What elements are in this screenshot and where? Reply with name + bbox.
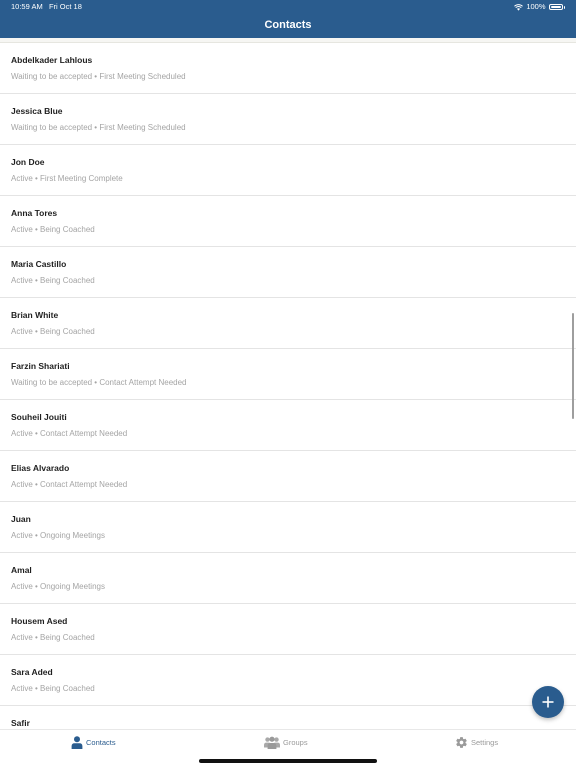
contact-row[interactable]: Jessica Blue Waiting to be accepted • Fir… <box>0 94 576 145</box>
contact-row[interactable]: Elias Alvarado Active • Contact Attempt N… <box>0 451 576 502</box>
contact-status: Waiting to be accepted • First Meeting S… <box>11 123 186 132</box>
contact-name: Juan <box>11 514 31 524</box>
battery-icon <box>548 4 563 10</box>
contact-row[interactable]: Sara Aded Active • Being Coached <box>0 655 576 706</box>
tab-groups[interactable]: Groups <box>264 736 308 749</box>
status-clock: 10:59 AM <box>11 2 43 11</box>
contact-name: Farzin Shariati <box>11 361 70 371</box>
contact-status: Active • Being Coached <box>11 633 95 642</box>
contact-name: Sara Aded <box>11 667 53 677</box>
add-contact-button[interactable] <box>532 686 564 718</box>
contact-status: Waiting to be accepted • Contact Attempt… <box>11 378 187 387</box>
home-indicator <box>199 759 377 763</box>
contact-row[interactable]: Safir <box>0 706 576 729</box>
contact-name: Amal <box>11 565 32 575</box>
contact-status: Active • Contact Attempt Needed <box>11 480 128 489</box>
page-title: Contacts <box>264 19 312 31</box>
gear-icon <box>456 737 467 748</box>
battery-percent: 100% <box>526 2 546 11</box>
contact-row[interactable]: Farzin Shariati Waiting to be accepted • … <box>0 349 576 400</box>
contact-row[interactable]: Brian White Active • Being Coached <box>0 298 576 349</box>
status-date: Fri Oct 18 <box>48 2 82 11</box>
contact-status: Active • Contact Attempt Needed <box>11 429 128 438</box>
tab-settings-label: Settings <box>471 738 499 747</box>
contact-status: Active • Being Coached <box>11 276 95 285</box>
contact-row[interactable]: Anna Tores Active • Being Coached <box>0 196 576 247</box>
contact-status: Active • Being Coached <box>11 684 95 693</box>
contact-status: Waiting to be accepted • First Meeting S… <box>11 72 186 81</box>
plus-icon <box>542 696 554 708</box>
contact-row[interactable]: Souheil Jouiti Active • Contact Attempt N… <box>0 400 576 451</box>
contact-row[interactable]: Housem Ased Active • Being Coached <box>0 604 576 655</box>
tab-contacts[interactable]: Contacts <box>71 736 116 749</box>
contact-name: Brian White <box>11 310 59 320</box>
contact-row[interactable]: Maria Castillo Active • Being Coached <box>0 247 576 298</box>
person-icon <box>71 736 83 749</box>
contact-row[interactable]: Juan Active • Ongoing Meetings <box>0 502 576 553</box>
contact-status: Active • Ongoing Meetings <box>11 531 105 540</box>
status-bar: 10:59 AM Fri Oct 18 100% <box>0 0 576 14</box>
group-icon <box>264 736 280 749</box>
contact-status: Active • Being Coached <box>11 225 95 234</box>
status-indicators: 100% <box>514 0 565 14</box>
contact-status: Active • Ongoing Meetings <box>11 582 105 591</box>
contact-name: Jessica Blue <box>11 106 63 116</box>
tab-groups-label: Groups <box>283 738 308 747</box>
contact-name: Anna Tores <box>11 208 58 218</box>
contact-status: Active • First Meeting Complete <box>11 174 123 183</box>
contact-name: Maria Castillo <box>11 259 67 269</box>
contact-row[interactable]: Amal Active • Ongoing Meetings <box>0 553 576 604</box>
battery-tip <box>563 5 565 9</box>
contacts-list[interactable]: Abdelkader Lahlous Waiting to be accepted… <box>0 43 576 729</box>
tab-contacts-label: Contacts <box>86 738 116 747</box>
contact-row[interactable]: Jon Doe Active • First Meeting Complete <box>0 145 576 196</box>
contact-name: Safir <box>11 718 30 728</box>
contact-name: Elias Alvarado <box>11 463 70 473</box>
status-time: 10:59 AM Fri Oct 18 <box>11 0 82 14</box>
contact-name: Abdelkader Lahlous <box>11 55 93 65</box>
contact-name: Housem Ased <box>11 616 68 626</box>
wifi-icon <box>514 3 524 11</box>
contact-name: Jon Doe <box>11 157 45 167</box>
contact-name: Souheil Jouiti <box>11 412 67 422</box>
contact-status: Active • Being Coached <box>11 327 95 336</box>
navigation-header: 10:59 AM Fri Oct 18 100% Contacts <box>0 0 576 38</box>
contact-row[interactable]: Abdelkader Lahlous Waiting to be accepted… <box>0 43 576 94</box>
scrollbar[interactable] <box>572 313 574 419</box>
tab-settings[interactable]: Settings <box>455 736 498 749</box>
